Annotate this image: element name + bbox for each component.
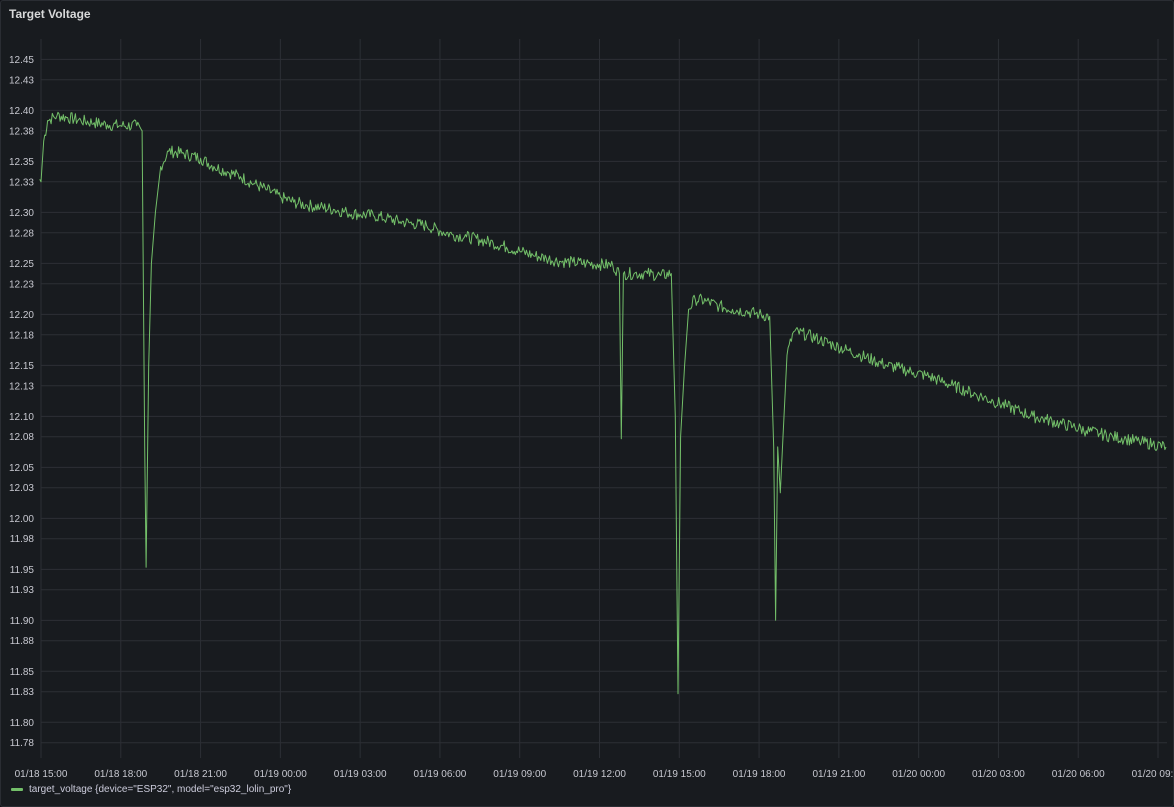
y-tick-label: 12.30 <box>9 208 34 219</box>
legend[interactable]: target_voltage {device="ESP32", model="e… <box>11 784 291 795</box>
y-tick-label: 12.28 <box>9 228 34 239</box>
x-tick-label: 01/18 15:00 <box>15 769 68 780</box>
chart-panel: Target Voltage 11.78 11.80 11.83 11.85 11.88… <box>0 0 1174 807</box>
y-tick-label: 12.20 <box>9 310 34 321</box>
x-tick-label: 01/19 09:00 <box>493 769 546 780</box>
line-chart: 11.78 11.80 11.83 11.85 11.88 11.90 11.93 11.95… <box>9 39 1173 780</box>
y-tick-label: 11.98 <box>10 534 35 545</box>
legend-swatch <box>11 788 23 791</box>
y-tick-label: 11.88 <box>10 636 35 647</box>
x-tick-label: 01/19 03:00 <box>334 769 387 780</box>
y-tick-label: 11.95 <box>10 565 35 576</box>
y-tick-label: 11.85 <box>10 667 35 678</box>
y-tick-label: 12.08 <box>9 432 34 443</box>
x-tick-label: 01/19 00:00 <box>254 769 307 780</box>
y-tick-label: 12.15 <box>9 361 34 372</box>
y-tick-label: 12.13 <box>9 381 34 392</box>
y-tick-label: 12.35 <box>9 157 34 168</box>
y-tick-label: 12.10 <box>9 412 34 423</box>
series-line-0 <box>39 111 1167 695</box>
y-tick-label: 12.45 <box>9 55 34 66</box>
y-tick-label: 12.40 <box>9 106 34 117</box>
x-tick-label: 01/18 21:00 <box>174 769 227 780</box>
x-tick-label: 01/20 06:00 <box>1052 769 1105 780</box>
x-tick-label: 01/18 18:00 <box>94 769 147 780</box>
y-tick-label: 12.23 <box>9 279 34 290</box>
y-tick-label: 12.00 <box>9 514 34 525</box>
x-tick-label: 01/20 00:00 <box>892 769 945 780</box>
x-tick-label: 01/19 15:00 <box>653 769 706 780</box>
legend-label: target_voltage {device="ESP32", model="e… <box>29 784 292 795</box>
x-tick-label: 01/19 21:00 <box>812 769 865 780</box>
y-tick-label: 11.80 <box>10 718 35 729</box>
y-tick-label: 12.18 <box>9 330 34 341</box>
y-tick-label: 12.03 <box>9 483 34 494</box>
x-tick-label: 01/19 18:00 <box>733 769 786 780</box>
x-tick-label: 01/19 06:00 <box>414 769 467 780</box>
y-tick-label: 12.38 <box>9 126 34 137</box>
x-tick-label: 01/19 12:00 <box>573 769 626 780</box>
y-tick-label: 12.05 <box>9 463 34 474</box>
y-tick-label: 11.83 <box>10 687 35 698</box>
y-tick-label: 11.78 <box>10 738 35 749</box>
y-tick-label: 12.43 <box>9 75 34 86</box>
y-tick-label: 11.90 <box>10 616 35 627</box>
x-tick-label: 01/20 09:00 <box>1132 769 1173 780</box>
y-tick-label: 11.93 <box>10 585 35 596</box>
y-tick-label: 12.25 <box>9 259 34 270</box>
y-tick-label: 12.33 <box>9 177 34 188</box>
x-tick-label: 01/20 03:00 <box>972 769 1025 780</box>
